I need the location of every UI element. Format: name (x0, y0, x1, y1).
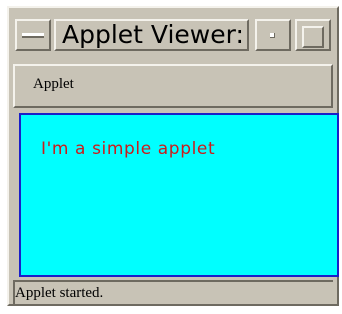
window-menu-icon (22, 33, 44, 38)
window-title: Applet Viewer: (62, 20, 244, 49)
minimize-button[interactable] (255, 19, 291, 51)
applet-message: I'm a simple applet (41, 139, 216, 159)
applet-panel[interactable]: I'm a simple applet (19, 113, 339, 277)
maximize-icon (302, 26, 324, 48)
maximize-button[interactable] (295, 19, 331, 51)
window-menu-button[interactable] (15, 19, 51, 51)
minimize-icon (270, 33, 275, 38)
applet-viewer-window: Applet Viewer: Applet I'm a simple apple… (7, 6, 339, 306)
menu-item-applet[interactable]: Applet (33, 76, 74, 93)
status-bar: Applet started. (13, 280, 333, 304)
status-text: Applet started. (15, 285, 104, 301)
title-bar: Applet Viewer: (9, 8, 337, 60)
menu-bar: Applet (13, 64, 333, 108)
title-area[interactable]: Applet Viewer: (54, 19, 249, 51)
